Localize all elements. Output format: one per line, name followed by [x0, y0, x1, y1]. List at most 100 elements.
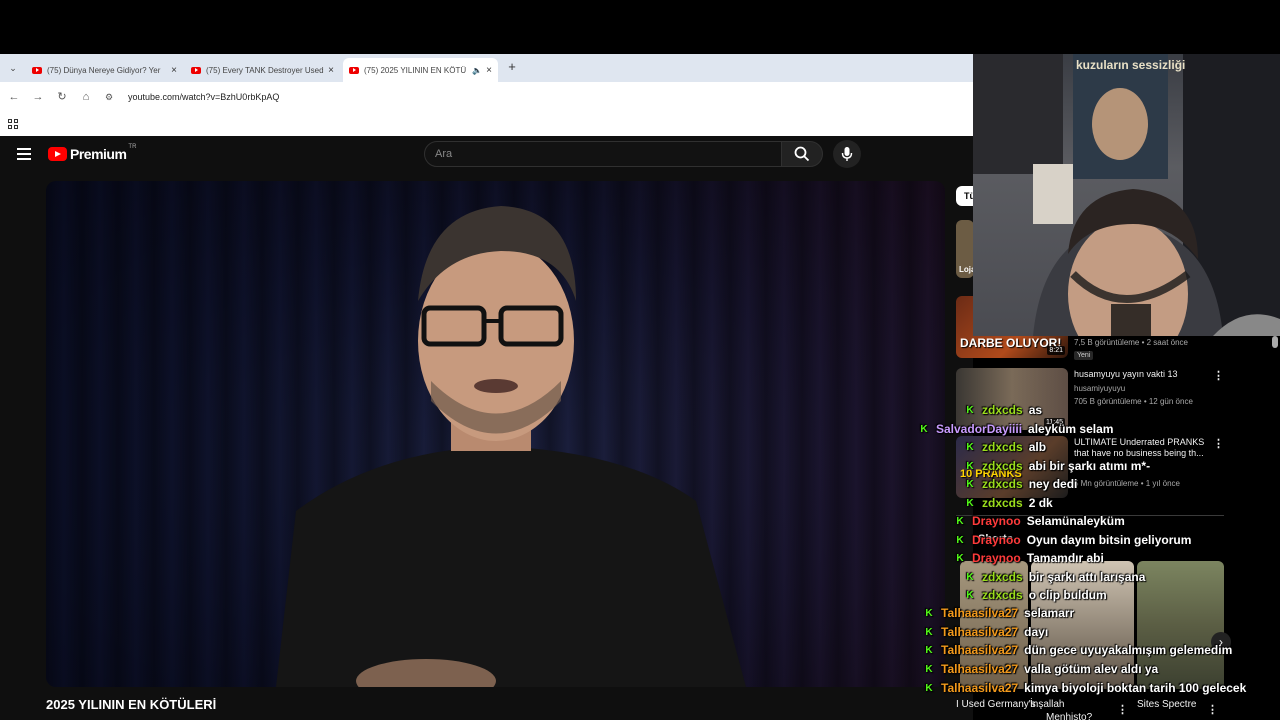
card-title[interactable]: Sites Spectre [1137, 699, 1196, 710]
chat-username[interactable]: Talhaasilva27 [941, 681, 1018, 695]
chat-username[interactable]: zdxcds [982, 496, 1023, 510]
chat-username[interactable]: Draynoo [972, 514, 1021, 528]
kick-badge-icon: K [925, 682, 933, 694]
microphone-icon [841, 147, 853, 161]
duration-badge: 8:21 [1047, 346, 1065, 355]
kick-badge-icon: K [966, 478, 974, 490]
chat-username[interactable]: Talhaasilva27 [941, 606, 1018, 620]
kick-badge-icon: K [956, 552, 964, 564]
rec-title[interactable]: husamyuyu yayın vakti 13 [1074, 369, 1216, 380]
chat-message: K zdxcds as [966, 403, 1042, 417]
close-icon[interactable]: × [486, 65, 492, 76]
reload-icon[interactable]: ↻ [55, 90, 69, 104]
country-code: TR [128, 144, 137, 150]
kick-badge-icon: K [966, 571, 974, 583]
apps-grid-icon[interactable] [8, 119, 18, 129]
new-badge: Yeni [1074, 351, 1094, 360]
tab-search-icon[interactable]: ⌄ [6, 61, 20, 75]
back-icon[interactable]: ← [7, 90, 21, 104]
chat-username[interactable]: Talhaasilva27 [941, 662, 1018, 676]
forward-icon[interactable]: → [31, 90, 45, 104]
tab-2[interactable]: (75) Every TANK Destroyer Used × [185, 58, 340, 82]
search-box [424, 141, 782, 167]
more-options-icon[interactable]: ⋮ [1117, 704, 1128, 716]
search-input[interactable] [425, 142, 781, 166]
address-bar[interactable]: ⚙ youtube.com/watch?v=BzhU0rbKpAQ [105, 87, 965, 107]
chat-username[interactable]: zdxcds [982, 440, 1023, 454]
chat-text: selamarr [1024, 606, 1075, 620]
card-title[interactable]: I Used Germany's [956, 699, 1036, 710]
new-tab-icon[interactable]: + [505, 60, 519, 74]
kick-badge-icon: K [966, 497, 974, 509]
kick-badge-icon: K [966, 460, 974, 472]
chat-message: K Draynoo Tamamdır abi [956, 551, 1104, 565]
rec-title[interactable]: ULTIMATE Underrated PRANKS that have no … [1074, 437, 1216, 459]
close-icon[interactable]: × [171, 65, 177, 76]
chat-text: dün gece uyuyakalmışım gelemedim [1024, 643, 1233, 657]
chat-username[interactable]: Talhaasilva27 [941, 625, 1018, 639]
rec-thumbnail-1[interactable]: Loja [956, 220, 974, 278]
chat-text: 2 dk [1028, 496, 1053, 510]
chat-text: valla götüm alev aldı ya [1024, 662, 1159, 676]
chat-username[interactable]: zdxcds [982, 477, 1023, 491]
chat-username[interactable]: zdxcds [982, 570, 1023, 584]
kick-badge-icon: K [966, 441, 974, 453]
chat-username[interactable]: zdxcds [982, 588, 1023, 602]
kick-badge-icon: K [925, 607, 933, 619]
more-options-icon[interactable]: ⋮ [1213, 370, 1224, 382]
presenter-figure [276, 206, 746, 687]
browser-chrome: ⌄ (75) Dünya Nereye Gidiyor? Yer × (75) … [0, 54, 973, 136]
rec-meta: 7,5 B görüntüleme • 2 saat önce [1074, 338, 1188, 347]
rec-thumbnail-3[interactable]: 11:45 [956, 368, 1068, 430]
video-player[interactable] [46, 181, 945, 687]
search-button[interactable] [781, 141, 823, 167]
chat-username[interactable]: SalvadorDayiiii [936, 422, 1022, 436]
youtube-play-logo-icon [48, 147, 67, 161]
chat-text: kimya biyoloji boktan tarih 100 gelecek [1024, 681, 1247, 695]
chat-username[interactable]: Draynoo [972, 551, 1021, 565]
chat-message: K Talhaasilva27 selamarr [925, 606, 1074, 620]
poster-text: kuzuların sessizliği [1076, 58, 1186, 72]
chat-message: K zdxcds bir şarkı attı larışana [966, 570, 1145, 584]
chat-username[interactable]: zdxcds [982, 459, 1023, 473]
speaker-icon[interactable]: 🔈 [472, 66, 482, 75]
search-icon [794, 146, 810, 162]
youtube-page: Premium TR 2025 YI [0, 136, 973, 720]
chat-text: alb [1028, 440, 1047, 454]
site-settings-icon[interactable]: ⚙ [105, 92, 117, 103]
tab-3-active[interactable]: (75) 2025 YILININ EN KÖTÜ 🔈 × [343, 58, 498, 82]
webcam-overlay: kuzuların sessizliği [973, 54, 1280, 336]
card-title[interactable]: Menhisto? [1046, 712, 1092, 720]
chat-message: K zdxcds o clip buldum [966, 588, 1106, 602]
kick-badge-icon: K [925, 626, 933, 638]
more-options-icon[interactable]: ⋮ [1213, 438, 1224, 450]
chat-username[interactable]: zdxcds [982, 403, 1023, 417]
chat-text: Oyun dayım bitsin geliyorum [1026, 533, 1192, 547]
chat-message: K Draynoo Selamünaleyküm [956, 514, 1124, 528]
voice-search-button[interactable] [833, 140, 861, 168]
chat-text: as [1028, 403, 1043, 417]
url-text: youtube.com/watch?v=BzhU0rbKpAQ [128, 92, 280, 102]
kick-badge-icon: K [925, 644, 933, 656]
youtube-premium-logo[interactable]: Premium TR [48, 144, 137, 163]
rec-channel[interactable]: husamiyuyuyu [1074, 384, 1125, 393]
home-icon[interactable]: ⌂ [79, 90, 93, 104]
chat-username[interactable]: Talhaasilva27 [941, 643, 1018, 657]
card-title[interactable]: İnşallah [1030, 699, 1064, 710]
chat-message: K Talhaasilva27 dün gece uyuyakalmışım g… [925, 643, 1232, 657]
hamburger-menu-icon[interactable] [17, 148, 31, 160]
chat-text: abi bir şarkı atımı m*- [1028, 459, 1151, 473]
chat-text: dayı [1024, 625, 1049, 639]
chat-message: K zdxcds 2 dk [966, 496, 1053, 510]
tab-1[interactable]: (75) Dünya Nereye Gidiyor? Yer × [26, 58, 183, 82]
youtube-favicon-icon [349, 66, 359, 74]
chat-text: Tamamdır abi [1026, 551, 1104, 565]
close-icon[interactable]: × [328, 65, 334, 76]
scrollbar-thumb[interactable] [1272, 336, 1278, 348]
kick-badge-icon: K [966, 589, 974, 601]
chat-message: K Draynoo Oyun dayım bitsin geliyorum [956, 533, 1191, 547]
browser-toolbar: ← → ↻ ⌂ ⚙ youtube.com/watch?v=BzhU0rbKpA… [0, 82, 973, 112]
tab-strip: ⌄ (75) Dünya Nereye Gidiyor? Yer × (75) … [0, 54, 973, 82]
chat-username[interactable]: Draynoo [972, 533, 1021, 547]
more-options-icon[interactable]: ⋮ [1207, 704, 1218, 716]
